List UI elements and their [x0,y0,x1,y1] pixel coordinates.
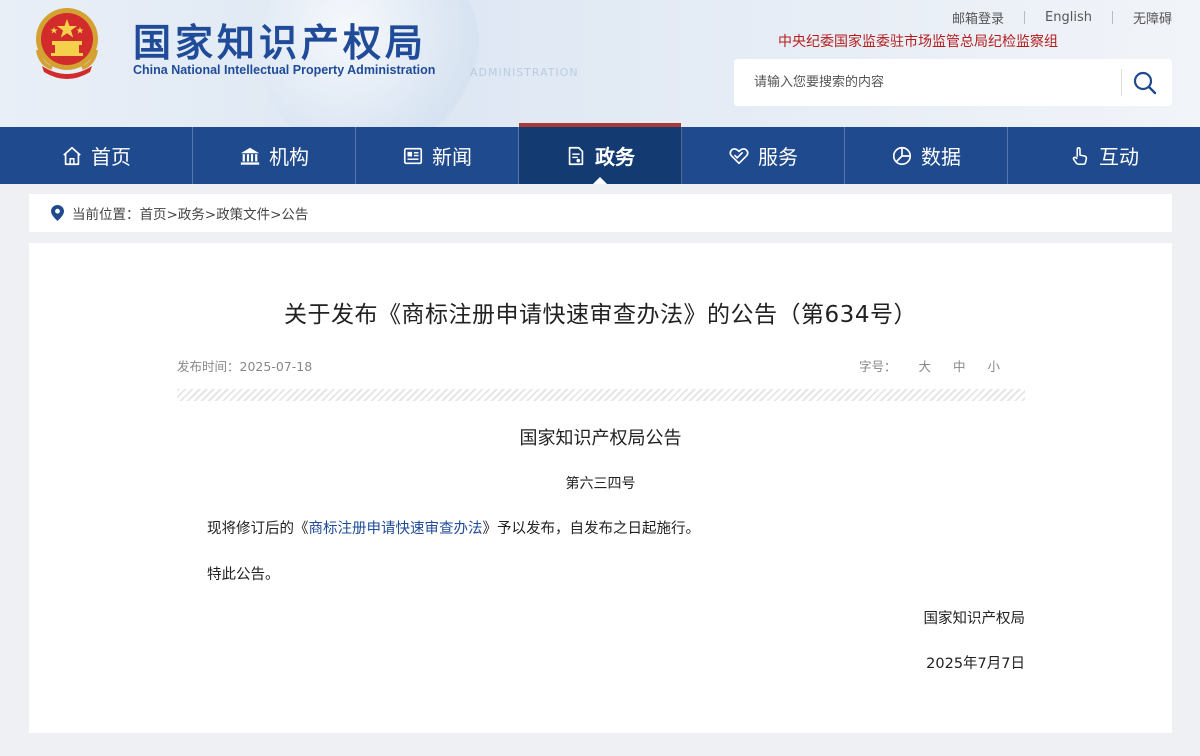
pie-chart-icon [892,146,912,165]
publish-date: 发布时间：2025-07-18 [177,356,312,375]
article-panel: 关于发布《商标注册申请快速审查办法》的公告（第634号） 发布时间：2025-0… [29,243,1172,733]
main-nav: 首页 机构 新闻 政务 服务 数据 互动 [0,123,1200,184]
english-link[interactable]: English [1025,10,1112,25]
signature-organization: 国家知识产权局 [923,611,1026,627]
site-logo-cn[interactable]: 国家知识产权局 [133,12,427,67]
mail-login-link[interactable]: 邮箱登录 [932,8,1024,27]
document-heading: 国家知识产权局公告 [519,428,682,449]
paragraph-text: 现将修订后的《 [207,521,309,537]
nav-item-label: 数据 [921,145,961,169]
article-paragraph: 现将修订后的《商标注册申请快速审查办法》予以发布，自发布之日起施行。 [207,517,700,538]
location-pin-icon [51,205,64,221]
search-box [734,59,1172,106]
nav-item-label: 首页 [91,145,131,169]
accessibility-link[interactable]: 无障碍 [1113,8,1172,27]
nav-item-label: 新闻 [432,145,472,169]
nav-item-service[interactable]: 服务 [682,127,845,184]
top-links: 邮箱登录 English 无障碍 [932,8,1172,27]
search-icon[interactable] [1129,67,1161,99]
hand-icon [1072,146,1088,165]
document-icon [568,146,584,165]
font-size-large[interactable]: 大 [919,356,932,375]
national-emblem-icon [36,8,98,79]
home-icon [63,146,81,165]
regulation-link[interactable]: 商标注册申请快速审查办法 [309,521,483,537]
divider-stripe [177,389,1025,401]
institution-icon [240,147,260,165]
nav-item-label: 服务 [758,145,798,169]
paragraph-text: 》予以发布，自发布之日起施行。 [482,521,701,537]
nav-item-interaction[interactable]: 互动 [1008,127,1200,184]
site-logo-en[interactable]: China National Intellectual Property Adm… [133,63,435,77]
font-size-medium[interactable]: 中 [953,356,966,375]
article-title: 关于发布《商标注册申请快速审查办法》的公告（第634号） [284,302,917,328]
nav-item-data[interactable]: 数据 [845,127,1008,184]
service-icon [729,147,749,164]
signature-date: 2025年7月7日 [926,656,1025,672]
nav-item-institution[interactable]: 机构 [193,127,356,184]
font-size-switch: 字号： 大 中 小 [859,356,1000,375]
font-size-label: 字号： [859,359,897,374]
publish-date-value: 2025-07-18 [239,359,313,374]
header-watermark: ADMINISTRATION [470,66,579,79]
supervisor-link[interactable]: 中央纪委国家监委驻市场监管总局纪检监察组 [778,31,1058,51]
font-size-small[interactable]: 小 [988,356,1001,375]
nav-item-label: 机构 [269,145,309,169]
publish-label: 发布时间： [177,359,240,374]
news-icon [403,147,423,164]
breadcrumb: 当前位置： 首页>政务>政策文件>公告 [29,194,1172,232]
nav-item-government-affairs[interactable]: 政务 [519,123,682,184]
breadcrumb-prefix: 当前位置： [72,207,140,223]
document-number: 第六三四号 [565,476,636,492]
nav-item-label: 政务 [595,145,635,169]
breadcrumb-path[interactable]: 首页>政务>政策文件>公告 [140,203,309,223]
nav-item-label: 互动 [1099,145,1139,169]
search-input[interactable] [734,59,1122,106]
site-header: ADMINISTRATION 国家知识产权局 China National In… [0,0,1200,127]
search-divider [1121,69,1122,96]
nav-item-home[interactable]: 首页 [0,127,193,184]
nav-item-news[interactable]: 新闻 [356,127,519,184]
article-paragraph: 特此公告。 [207,567,280,583]
